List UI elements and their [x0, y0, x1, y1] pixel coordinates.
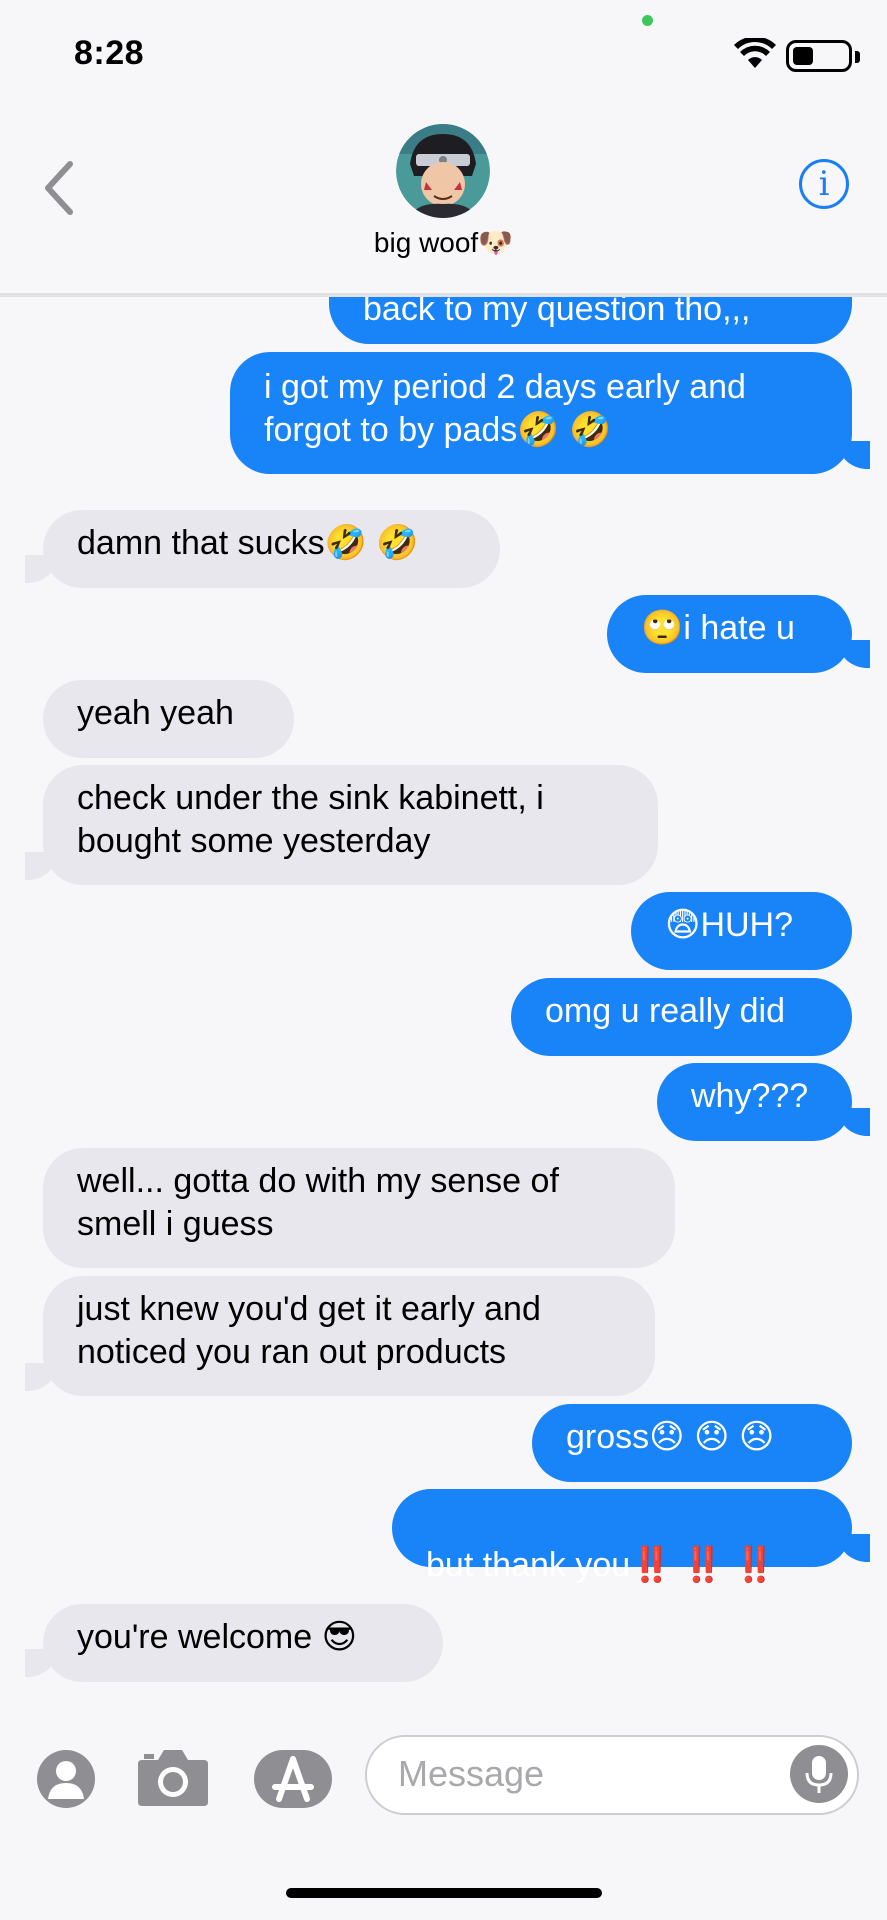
message-bubble-received[interactable]: well... gotta do with my sense of smell … — [43, 1148, 675, 1268]
status-time: 8:28 — [74, 34, 145, 72]
message-bubble-received[interactable]: check under the sink kabinett, i bought … — [43, 765, 658, 885]
battery-icon — [786, 40, 852, 72]
home-indicator[interactable] — [286, 1888, 602, 1898]
message-bubble-sent[interactable]: omg u really did — [511, 978, 852, 1056]
info-button[interactable]: i — [799, 159, 849, 209]
bubble-tail — [840, 441, 870, 469]
microphone-icon[interactable] — [790, 1745, 848, 1803]
message-bubble-sent[interactable]: why??? — [657, 1063, 852, 1141]
message-bubble-received[interactable]: just knew you'd get it early and noticed… — [43, 1276, 655, 1396]
message-input-placeholder: Message — [398, 1753, 545, 1794]
message-text: but thank you — [426, 1546, 631, 1584]
microphone-glyph — [805, 1756, 833, 1793]
message-bubble-sent[interactable]: but thank you‼️ ‼️ ‼️ — [392, 1489, 852, 1584]
message-bubble-sent[interactable]: i got my period 2 days early and forgot … — [230, 352, 852, 474]
message-bubble-sent[interactable]: back to my question tho,,, — [329, 297, 852, 344]
contact-name[interactable]: big woof🐶 — [0, 226, 887, 259]
message-bubble-sent[interactable]: gross😞 😞 😞 — [532, 1404, 852, 1482]
battery-tip — [855, 51, 860, 63]
camera-icon[interactable] — [136, 1746, 210, 1808]
bubble-tail — [25, 1649, 55, 1677]
message-thread[interactable]: back to my question tho,,, i got my peri… — [0, 297, 887, 1695]
message-bubble-sent[interactable]: 😨HUH? — [631, 892, 852, 970]
message-bubble-received[interactable]: you're welcome 😎 — [43, 1604, 443, 1682]
message-bubble-received[interactable]: yeah yeah — [43, 680, 294, 758]
contact-avatar[interactable] — [396, 124, 490, 218]
contact-icon[interactable] — [36, 1749, 96, 1809]
bubble-tail — [25, 1363, 55, 1391]
bubble-tail — [840, 1108, 870, 1136]
privacy-indicator-dot — [642, 15, 653, 26]
app-store-icon[interactable] — [253, 1749, 335, 1809]
status-bar: 8:28 — [0, 0, 887, 100]
message-bubble-received[interactable]: damn that sucks🤣 🤣 — [43, 510, 500, 588]
bubble-tail — [840, 1534, 870, 1562]
bubble-tail — [25, 852, 55, 880]
bubble-tail — [840, 640, 870, 668]
double-exclamation-emoji: ‼️ ‼️ ‼️ — [630, 1546, 777, 1584]
back-chevron-icon[interactable] — [40, 158, 80, 218]
bubble-tail — [25, 555, 55, 583]
message-bubble-sent[interactable]: 🙄i hate u — [607, 595, 852, 673]
wifi-icon — [734, 38, 776, 68]
